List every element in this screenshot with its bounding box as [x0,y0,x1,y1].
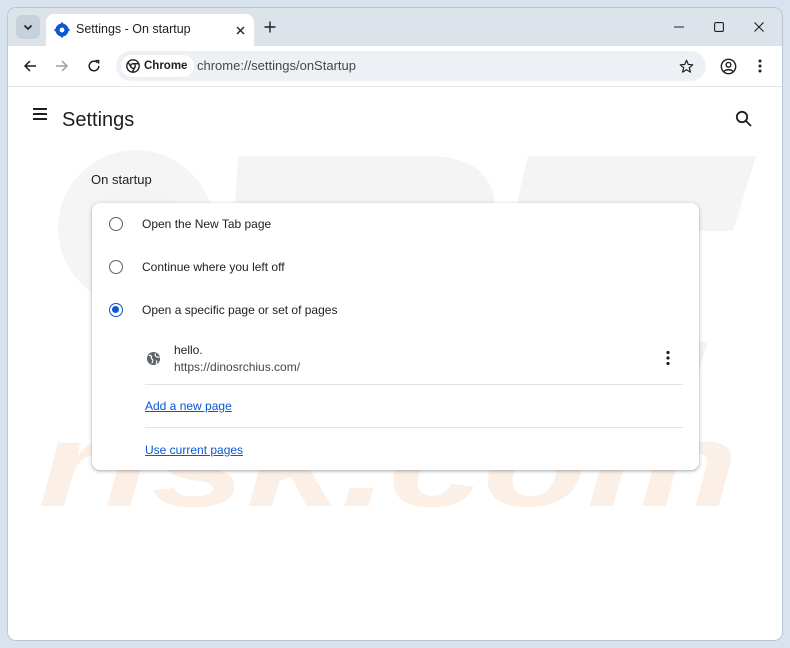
divider [145,427,683,428]
chevron-down-icon [23,24,33,31]
chrome-logo-icon [126,59,140,73]
bookmark-button[interactable] [676,56,696,76]
chrome-chip-label: Chrome [144,60,188,72]
page-entry-url: https://dinosrchius.com/ [174,360,301,374]
profile-button[interactable] [716,54,740,78]
radio-label: Open a specific page or set of pages [142,303,338,317]
arrow-left-icon [23,60,36,72]
maximize-button[interactable] [704,15,734,39]
close-window-button[interactable] [744,15,774,39]
plus-icon [264,21,276,33]
close-icon [236,26,244,34]
maximize-icon [714,22,724,32]
back-button[interactable] [18,54,42,78]
more-vert-icon [758,59,762,73]
radio-button[interactable] [109,260,123,274]
radio-button-selected[interactable] [109,303,123,317]
tab-settings[interactable]: Settings - On startup [46,14,254,46]
settings-gear-icon [54,22,70,38]
settings-page: risk.com Settings On startup Open the Ne… [8,86,782,640]
tab-strip: Settings - On startup [8,8,782,46]
tab-close-button[interactable] [232,22,248,38]
forward-button[interactable] [50,54,74,78]
divider [145,384,683,385]
star-icon [679,59,693,73]
startup-options-card: Open the New Tab page Continue where you… [92,203,699,470]
content-divider [8,86,782,87]
page-entry-title: hello. [174,343,203,357]
tab-title: Settings - On startup [76,22,191,36]
radio-option-new-tab[interactable]: Open the New Tab page [92,206,699,242]
chrome-chip[interactable]: Chrome [121,55,195,77]
close-icon [754,22,764,32]
more-vert-icon[interactable] [660,349,676,367]
radio-button[interactable] [109,217,123,231]
page-title: Settings [62,109,135,131]
toolbar: Chrome chrome://settings/onStartup [8,46,782,86]
startup-page-entry: hello. https://dinosrchius.com/ [142,340,684,384]
radio-option-continue[interactable]: Continue where you left off [92,249,699,285]
section-title: On startup [91,172,152,187]
use-current-pages-link[interactable]: Use current pages [145,443,243,457]
search-icon[interactable] [734,109,754,129]
new-tab-button[interactable] [260,17,280,37]
hamburger-menu-icon[interactable] [30,104,50,124]
tab-search-button[interactable] [16,15,40,39]
reload-button[interactable] [82,54,106,78]
radio-option-specific-pages[interactable]: Open a specific page or set of pages [92,292,699,328]
arrow-right-icon [56,60,69,72]
browser-menu-button[interactable] [748,54,772,78]
minimize-button[interactable] [664,15,694,39]
address-bar[interactable]: Chrome chrome://settings/onStartup [116,51,706,81]
globe-icon [146,351,161,366]
radio-label: Open the New Tab page [142,217,272,231]
radio-label: Continue where you left off [142,260,285,274]
browser-window: Settings - On startup Chrome chrome://se… [8,8,782,640]
add-new-page-link[interactable]: Add a new page [145,399,232,413]
reload-icon [88,59,100,72]
minimize-icon [674,26,684,28]
url-text: chrome://settings/onStartup [197,58,356,73]
profile-icon [720,58,736,74]
